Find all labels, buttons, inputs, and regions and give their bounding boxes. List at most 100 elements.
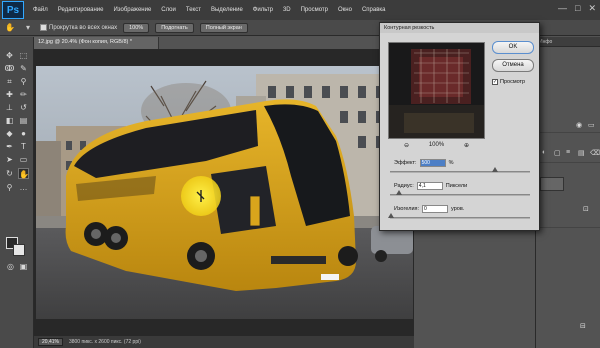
close-icon[interactable]: ✕ bbox=[588, 3, 596, 14]
radius-input[interactable]: 4,1 bbox=[416, 182, 443, 190]
amount-field: Эффект: 500 % bbox=[394, 159, 453, 167]
lasso-tool-icon[interactable]: ↂ bbox=[4, 63, 15, 74]
canvas-image[interactable] bbox=[36, 66, 413, 319]
scroll-all-label: Прокрутка во всех окнах bbox=[49, 24, 118, 31]
zoom-level-field[interactable]: 20,41% bbox=[38, 338, 63, 346]
preview-checkbox[interactable]: ✓ bbox=[492, 79, 498, 85]
panel-tab-info[interactable]: Инфо bbox=[539, 39, 552, 45]
brush-tool-icon[interactable]: ✏ bbox=[18, 89, 29, 100]
quick-mask-icon[interactable]: ◎ bbox=[5, 261, 16, 272]
menu-window[interactable]: Окно bbox=[333, 7, 357, 13]
history-brush-icon[interactable]: ↺ bbox=[18, 102, 29, 113]
zoom-tool-icon[interactable]: ⚲ bbox=[4, 182, 15, 193]
delete-layer-icon[interactable]: ⌫ bbox=[590, 149, 600, 157]
healing-brush-icon[interactable]: ✚ bbox=[4, 89, 15, 100]
bus-photo bbox=[36, 66, 413, 319]
dialog-title[interactable]: Контурная резкость bbox=[380, 23, 539, 33]
screen-mode-icon[interactable]: ▣ bbox=[18, 261, 29, 272]
path-select-icon[interactable]: ➤ bbox=[4, 154, 15, 165]
menu-image[interactable]: Изображение bbox=[108, 7, 156, 13]
clone-stamp-icon[interactable]: ⊥ bbox=[4, 102, 15, 113]
quick-select-icon[interactable]: ✎ bbox=[18, 63, 29, 74]
menu-type[interactable]: Текст bbox=[181, 7, 206, 13]
menu-3d[interactable]: 3D bbox=[278, 7, 296, 13]
preview-label: Просмотр bbox=[500, 79, 526, 85]
menu-view[interactable]: Просмотр bbox=[296, 7, 333, 13]
layer-thumbnail[interactable] bbox=[540, 177, 564, 191]
radius-slider[interactable] bbox=[390, 190, 530, 196]
menu-file[interactable]: Файл bbox=[28, 7, 53, 13]
amount-input[interactable]: 500 bbox=[419, 159, 446, 167]
radius-slider-thumb[interactable] bbox=[396, 190, 402, 195]
tools-panel: ✥ ⬚ ↂ ✎ ⌗ ⚲ ✚ ✏ ⊥ ↺ ◧ ▤ ◆ ● ✒ T ➤ ▭ ✋ ↻ … bbox=[0, 37, 34, 348]
pen-tool-icon[interactable]: ✒ bbox=[4, 141, 15, 152]
hand-tool-icon: ✋ bbox=[5, 22, 15, 32]
amount-slider[interactable] bbox=[390, 167, 530, 173]
fill-screen-button[interactable]: Полный экран bbox=[199, 22, 248, 33]
blur-tool-icon[interactable]: ◆ bbox=[4, 128, 15, 139]
zoom-100-button[interactable]: 100% bbox=[123, 22, 150, 33]
hand-tool-icon[interactable]: ✋ bbox=[18, 168, 29, 179]
scroll-all-checkbox[interactable] bbox=[40, 24, 47, 31]
unsharp-mask-dialog: Контурная резкость ⊖ 100% ⊕ OK Отмена ✓ bbox=[379, 22, 540, 231]
radius-label: Радиус: bbox=[394, 183, 414, 189]
camera-icon[interactable]: ◉ bbox=[576, 121, 582, 129]
document-info: 3800 пикс. x 2600 пикс. (72 ppi) bbox=[68, 339, 141, 345]
panel-divider bbox=[536, 227, 600, 228]
preview-image bbox=[389, 43, 484, 138]
marquee-tool-icon[interactable]: ⬚ bbox=[18, 50, 29, 61]
zoom-in-icon[interactable]: ⊕ bbox=[464, 142, 469, 149]
trash-icon[interactable]: ⊟ bbox=[580, 322, 586, 330]
background-color-swatch[interactable] bbox=[13, 244, 25, 256]
eyedropper-icon[interactable]: ⚲ bbox=[18, 76, 29, 87]
adjust-icon[interactable]: ◐ bbox=[542, 149, 546, 156]
zoom-out-icon[interactable]: ⊖ bbox=[404, 142, 409, 149]
shape-tool-icon[interactable]: ▭ bbox=[18, 154, 29, 165]
document-tab[interactable]: 12.jpg @ 20.4% (Фон копия, RGB/8) * bbox=[34, 37, 159, 49]
threshold-input[interactable]: 0 bbox=[422, 205, 449, 213]
folder-icon[interactable]: ▭ bbox=[588, 121, 595, 129]
panel-dock-right: Инфо ◉ ▭ ◐ ▢ ≡ ▤ ⌫ ⊡ ⊟ bbox=[535, 37, 600, 348]
menu-filter[interactable]: Фильтр bbox=[248, 7, 278, 13]
rotate-view-icon[interactable]: ↻ bbox=[4, 168, 15, 179]
cancel-button[interactable]: Отмена bbox=[492, 59, 534, 72]
panel-header[interactable]: Инфо bbox=[536, 37, 600, 47]
threshold-slider-thumb[interactable] bbox=[388, 213, 394, 218]
lock-icon[interactable]: ⊡ bbox=[583, 205, 589, 213]
menu-help[interactable]: Справка bbox=[357, 7, 391, 13]
radius-field: Радиус: 4,1 Пиксели bbox=[394, 182, 467, 190]
preview-option[interactable]: ✓ Просмотр bbox=[492, 79, 525, 85]
eraser-tool-icon[interactable]: ◧ bbox=[4, 115, 15, 126]
new-layer-icon[interactable]: ▤ bbox=[578, 149, 585, 157]
move-tool-icon[interactable]: ✥ bbox=[4, 50, 15, 61]
minimize-icon[interactable]: — bbox=[558, 3, 567, 14]
dialog-preview-pane[interactable] bbox=[388, 42, 485, 139]
amount-slider-thumb[interactable] bbox=[492, 167, 498, 172]
photoshop-window: Ps Файл Редактирование Изображение Слои … bbox=[0, 0, 600, 348]
threshold-unit: уров. bbox=[451, 206, 465, 212]
type-tool-icon[interactable]: T bbox=[18, 141, 29, 152]
amount-label: Эффект: bbox=[394, 160, 417, 166]
app-logo: Ps bbox=[2, 1, 24, 19]
window-controls: — □ ✕ bbox=[558, 3, 596, 14]
menu-select[interactable]: Выделение bbox=[206, 7, 248, 13]
threshold-label: Изогелия: bbox=[394, 206, 420, 212]
ok-button[interactable]: OK bbox=[492, 41, 534, 54]
maximize-icon[interactable]: □ bbox=[575, 3, 580, 14]
menu-edit[interactable]: Редактирование bbox=[53, 7, 109, 13]
crop-tool-icon[interactable]: ⌗ bbox=[4, 76, 15, 87]
gradient-tool-icon[interactable]: ▤ bbox=[18, 115, 29, 126]
more-tools-icon[interactable]: … bbox=[18, 182, 29, 193]
fx-icon[interactable]: ≡ bbox=[566, 149, 570, 156]
fit-screen-button[interactable]: Подогнать bbox=[155, 22, 194, 33]
tool-preset-icon[interactable]: ▾ bbox=[22, 23, 34, 33]
scroll-all-windows-option[interactable]: Прокрутка во всех окнах bbox=[40, 24, 117, 31]
menu-bar: Ps Файл Редактирование Изображение Слои … bbox=[0, 0, 600, 20]
dodge-tool-icon[interactable]: ● bbox=[18, 128, 29, 139]
panel-divider bbox=[536, 162, 600, 163]
panel-divider bbox=[536, 132, 600, 133]
menu-layers[interactable]: Слои bbox=[156, 7, 181, 13]
mask-icon[interactable]: ▢ bbox=[554, 149, 561, 157]
status-bar: 20,41% 3800 пикс. x 2600 пикс. (72 ppi) bbox=[34, 336, 414, 348]
threshold-slider[interactable] bbox=[388, 213, 530, 219]
